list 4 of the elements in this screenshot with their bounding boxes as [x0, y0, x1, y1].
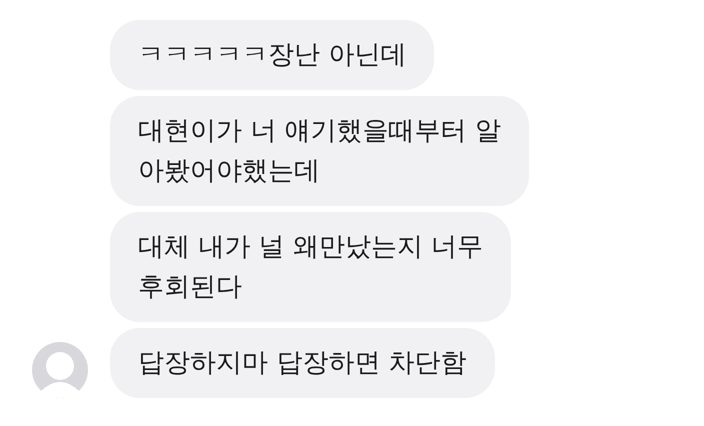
message-bubble: 대현이가 너 얘기했을때부터 알 아봤어야했는데	[110, 96, 529, 206]
message-bubble: 대체 내가 널 왜만났는지 너무 후회된다	[110, 212, 512, 322]
message-bubble: ㅋㅋㅋㅋㅋ장난 아닌데	[110, 20, 434, 90]
message-bubble: 답장하지마 답장하면 차단함	[110, 328, 495, 398]
